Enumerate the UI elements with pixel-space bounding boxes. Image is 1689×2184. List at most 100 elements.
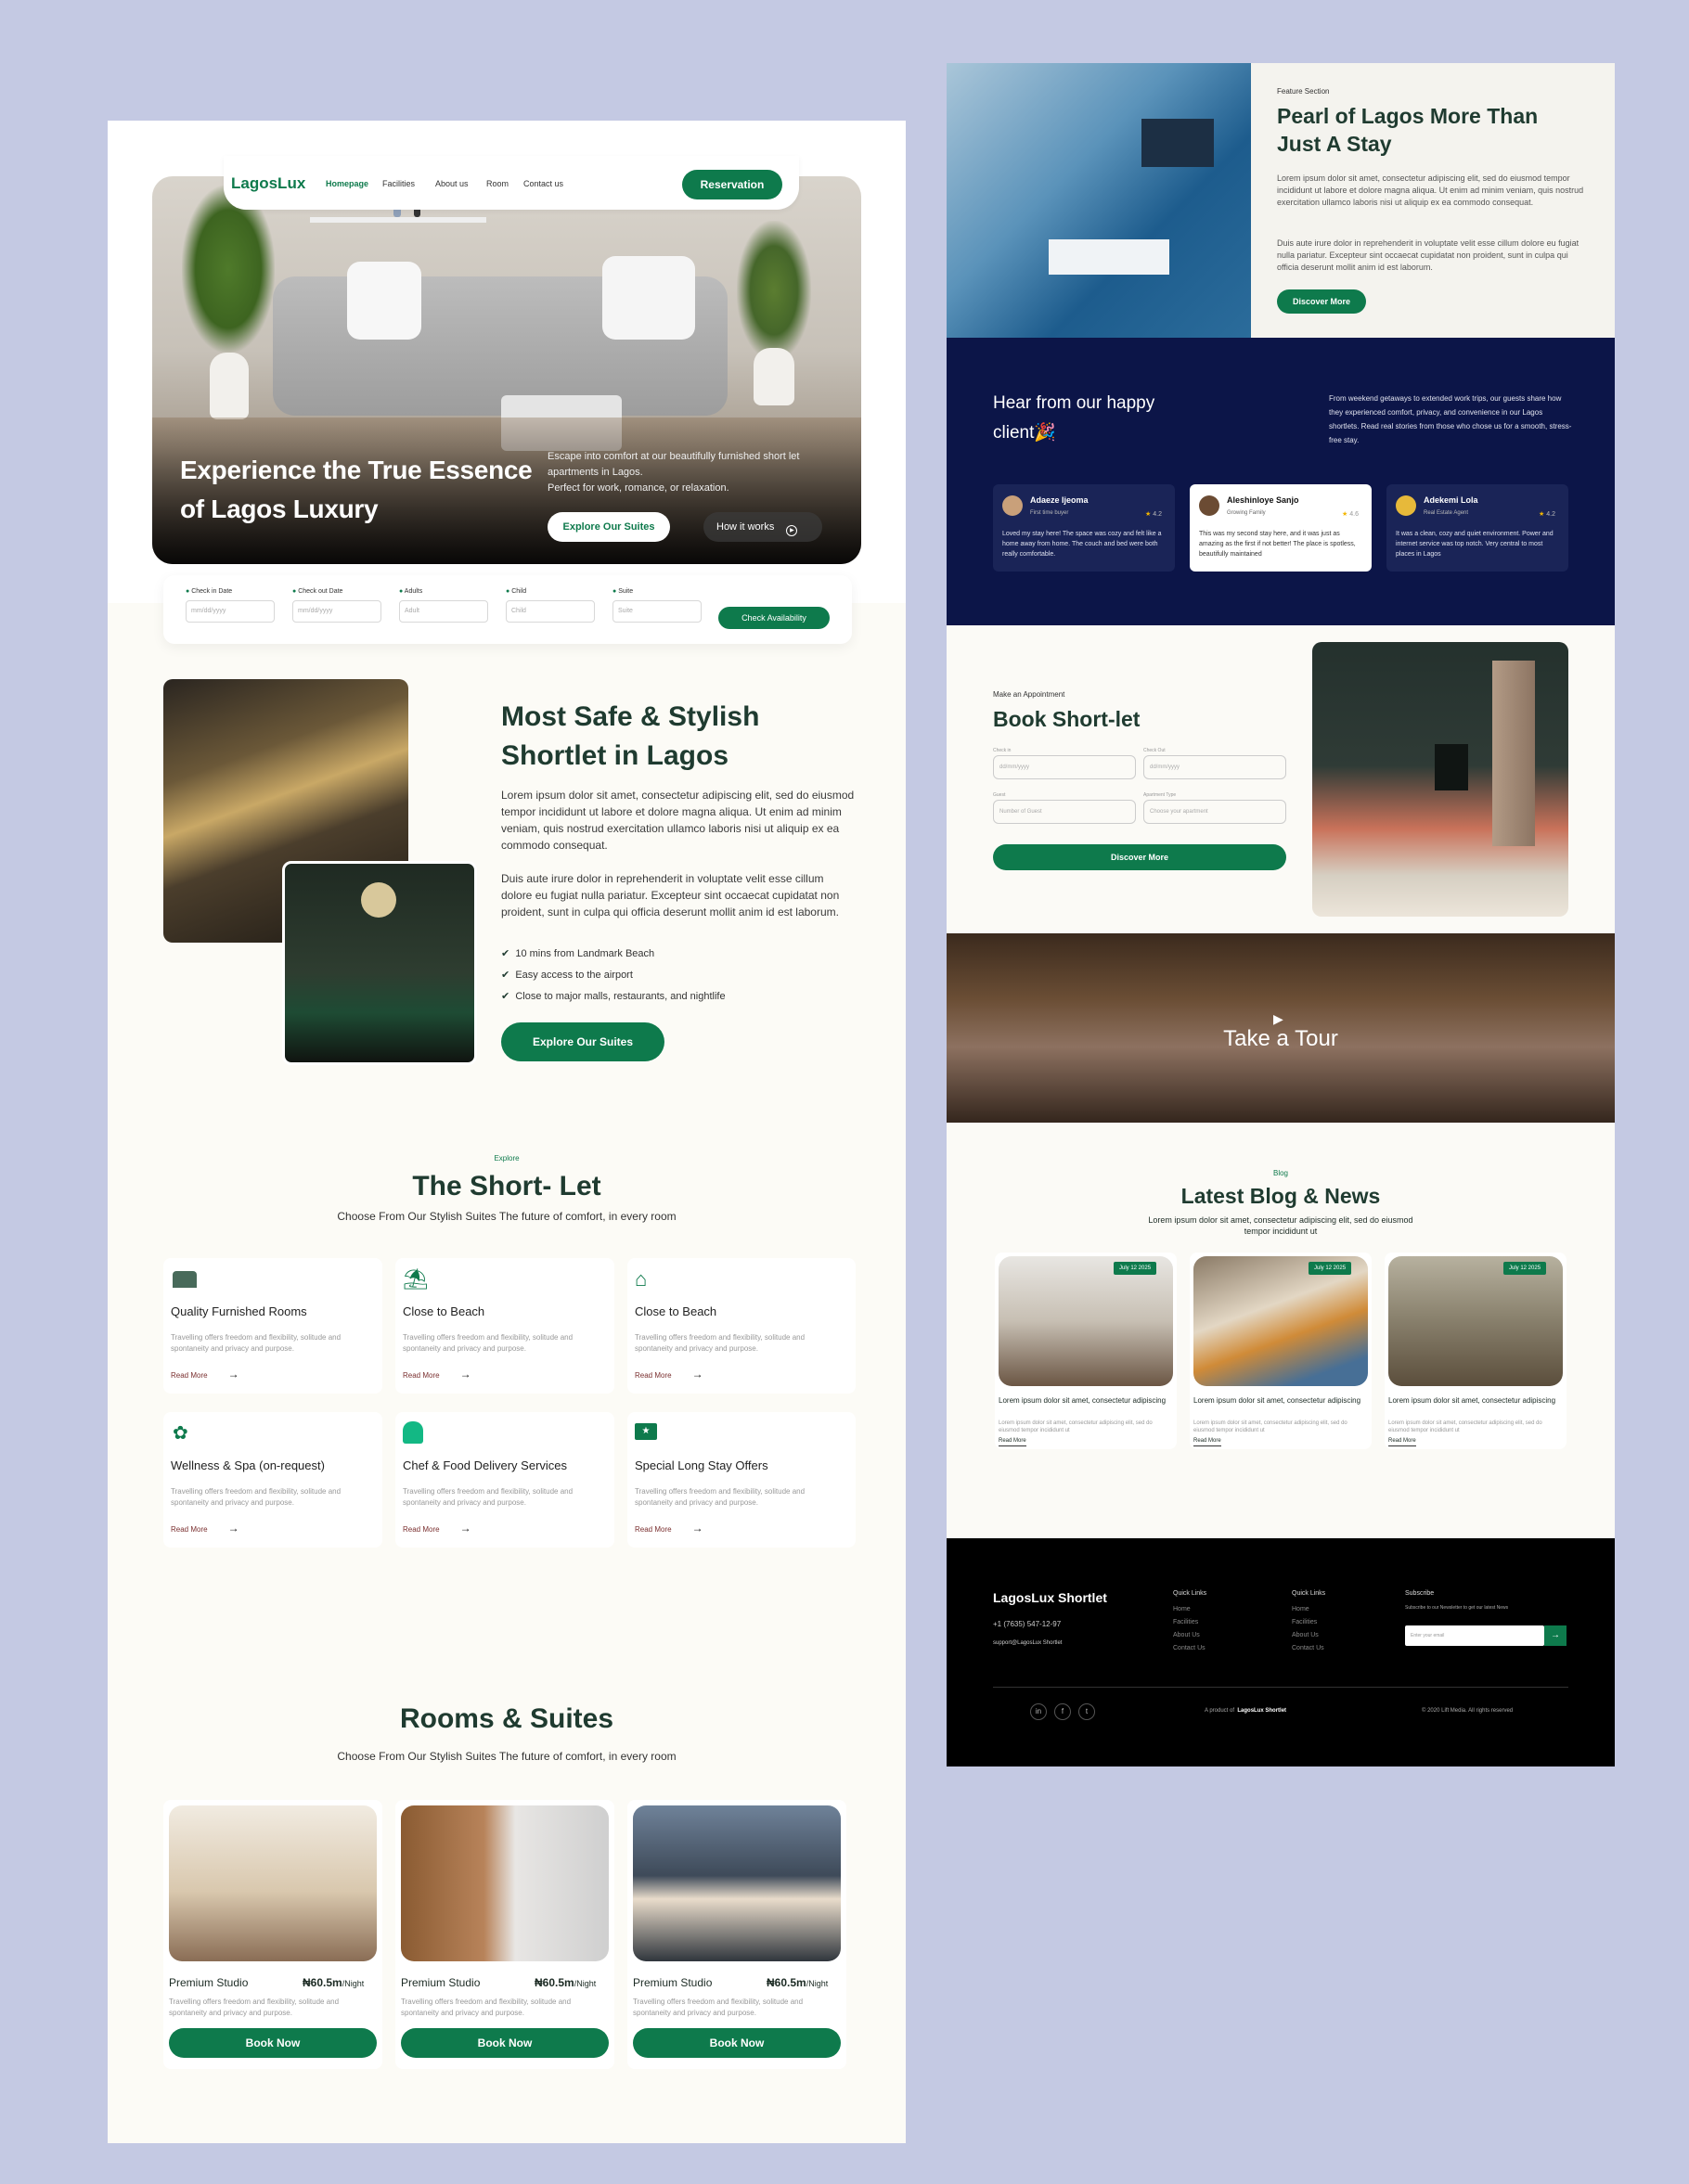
explore-suites-button-2[interactable]: Explore Our Suites xyxy=(501,1022,664,1061)
feature-card[interactable]: ✿ Wellness & Spa (on-request) Travelling… xyxy=(163,1412,382,1548)
price-value: ₦60.5m xyxy=(535,1976,574,1989)
about-image-2 xyxy=(282,861,477,1065)
check-in-field[interactable]: dd/mm/yyyy xyxy=(993,755,1136,779)
suite-input[interactable]: Suite xyxy=(612,600,702,623)
book-now-button[interactable]: Book Now xyxy=(401,2028,609,2058)
footer-link[interactable]: Home xyxy=(1173,1603,1191,1616)
bullet-text: 10 mins from Landmark Beach xyxy=(515,948,655,959)
blog-card[interactable]: July 12 2025 Lorem ipsum dolor sit amet,… xyxy=(1385,1253,1567,1449)
read-more-link[interactable]: Read More → xyxy=(635,1522,703,1535)
testimonials-title-line1: Hear from our happy xyxy=(993,393,1155,413)
feature-card[interactable]: ★ Special Long Stay Offers Travelling of… xyxy=(627,1412,856,1548)
palm-tree-icon: ⛱ xyxy=(403,1267,429,1291)
guest-field[interactable]: Number of Guest xyxy=(993,800,1136,824)
check-availability-button[interactable]: Check Availability xyxy=(718,607,830,629)
nav-homepage[interactable]: Homepage xyxy=(326,179,368,188)
testimonial-card: Aleshinloye Sanjo Growing Family ★ 4.6 T… xyxy=(1190,484,1372,572)
product-prefix: A product of xyxy=(1205,1708,1235,1714)
blog-card[interactable]: July 12 2025 Lorem ipsum dolor sit amet,… xyxy=(995,1253,1177,1449)
explore-suites-button[interactable]: Explore Our Suites xyxy=(548,512,670,542)
arrow-right-icon: → xyxy=(691,1522,703,1535)
appointment-eyebrow: Make an Appointment xyxy=(993,690,1065,699)
about-title-line2: Shortlet in Lagos xyxy=(501,740,729,771)
feature-eyebrow: Feature Section xyxy=(1277,87,1330,96)
tour-banner[interactable]: ▶ Take a Tour xyxy=(947,933,1615,1123)
discover-more-button-2[interactable]: Discover More xyxy=(993,844,1286,870)
room-image xyxy=(401,1805,609,1961)
footer-link[interactable]: Contact Us xyxy=(1292,1642,1324,1655)
reservation-button[interactable]: Reservation xyxy=(682,170,782,199)
check-out-input[interactable]: mm/dd/yyyy xyxy=(292,600,381,623)
feature-card[interactable]: ⌂ Close to Beach Travelling offers freed… xyxy=(627,1258,856,1394)
read-more-link[interactable]: Read More → xyxy=(171,1522,239,1535)
nav-contact-us[interactable]: Contact us xyxy=(523,179,563,188)
logo[interactable]: LagosLux xyxy=(231,174,305,193)
price-unit: /Night xyxy=(342,1979,365,1988)
read-more-link[interactable]: Read More → xyxy=(171,1368,239,1381)
book-now-button[interactable]: Book Now xyxy=(633,2028,841,2058)
linkedin-icon[interactable]: in xyxy=(1030,1703,1047,1720)
child-input[interactable]: Child xyxy=(506,600,595,623)
footer-link[interactable]: Home xyxy=(1292,1603,1309,1616)
footer-col1-title: Quick Links xyxy=(1173,1590,1207,1597)
play-icon[interactable]: ▶ xyxy=(1273,1011,1283,1027)
client-name: Adekemi Lola xyxy=(1424,495,1478,505)
field-child: ● Child Child xyxy=(506,588,595,623)
apartment-type-field[interactable]: Choose your apartment xyxy=(1143,800,1286,824)
facebook-icon[interactable]: f xyxy=(1054,1703,1071,1720)
price-unit: /Night xyxy=(574,1979,597,1988)
read-more-link[interactable]: Read More → xyxy=(635,1368,703,1381)
adults-input[interactable]: Adult xyxy=(399,600,488,623)
landing-page-right: Feature Section Pearl of Lagos More Than… xyxy=(947,63,1615,1766)
twitter-icon[interactable]: t xyxy=(1078,1703,1095,1720)
rating: ★ 4.2 xyxy=(1539,510,1555,518)
check-in-input[interactable]: mm/dd/yyyy xyxy=(186,600,275,623)
feature-title: Chef & Food Delivery Services xyxy=(403,1458,568,1472)
newsletter-email-input[interactable]: Enter your email xyxy=(1405,1625,1544,1646)
discover-more-button[interactable]: Discover More xyxy=(1277,289,1366,314)
footer-link[interactable]: Facilities xyxy=(1173,1616,1198,1629)
landing-page-left: Experience the True Essence of Lagos Lux… xyxy=(108,121,906,2143)
read-more-link[interactable]: Read More → xyxy=(403,1368,471,1381)
footer-link[interactable]: About Us xyxy=(1173,1629,1200,1642)
check-out-field[interactable]: dd/mm/yyyy xyxy=(1143,755,1286,779)
appointment-image xyxy=(1312,642,1568,917)
read-more-label: Read More xyxy=(171,1371,208,1380)
play-circle-icon: ▶ xyxy=(786,525,798,536)
client-name: Adaeze Ijeoma xyxy=(1030,495,1089,505)
room-desc: Travelling offers freedom and flexibilit… xyxy=(401,1998,572,2017)
price-unit: /Night xyxy=(806,1979,829,1988)
bullet-text: Close to major malls, restaurants, and n… xyxy=(515,991,726,1002)
testimonial-card: Adaeze Ijeoma First time buyer ★ 4.2 Lov… xyxy=(993,484,1175,572)
hero-title-line1: Experience the True Essence xyxy=(180,456,533,484)
read-more-link[interactable]: Read More xyxy=(1193,1438,1221,1446)
blog-title: Latest Blog & News xyxy=(1180,1184,1381,1208)
client-name: Aleshinloye Sanjo xyxy=(1227,495,1299,505)
feature-card[interactable]: Quality Furnished Rooms Travelling offer… xyxy=(163,1258,382,1394)
nav-facilities[interactable]: Facilities xyxy=(382,179,415,188)
blog-card[interactable]: July 12 2025 Lorem ipsum dolor sit amet,… xyxy=(1190,1253,1372,1449)
read-more-link[interactable]: Read More xyxy=(999,1438,1026,1446)
feature-image xyxy=(947,63,1251,338)
read-more-link[interactable]: Read More xyxy=(1388,1438,1416,1446)
product-name: LagosLux Shortlet xyxy=(1237,1708,1287,1714)
testimonial-card: Adekemi Lola Real Estate Agent ★ 4.2 It … xyxy=(1386,484,1568,572)
field-check-out: ● Check out Date mm/dd/yyyy xyxy=(292,588,381,623)
location-pin-icon: ● xyxy=(399,588,404,595)
feature-card[interactable]: Chef & Food Delivery Services Travelling… xyxy=(395,1412,614,1548)
nav-room[interactable]: Room xyxy=(486,179,509,188)
feature-card[interactable]: ⛱ Close to Beach Travelling offers freed… xyxy=(395,1258,614,1394)
footer-link[interactable]: Contact Us xyxy=(1173,1642,1206,1655)
nav-about-us[interactable]: About us xyxy=(435,179,469,188)
location-pin-icon: ● xyxy=(292,588,297,595)
date-badge: July 12 2025 xyxy=(1309,1262,1352,1275)
how-it-works-button[interactable]: How it works ▶ xyxy=(703,512,822,542)
read-more-link[interactable]: Read More → xyxy=(403,1522,471,1535)
footer-link[interactable]: Facilities xyxy=(1292,1616,1317,1629)
client-role: Real Estate Agent xyxy=(1424,510,1469,516)
date-badge: July 12 2025 xyxy=(1503,1262,1547,1275)
subscribe-button[interactable]: → xyxy=(1544,1625,1567,1646)
book-now-button[interactable]: Book Now xyxy=(169,2028,377,2058)
footer-link[interactable]: About Us xyxy=(1292,1629,1319,1642)
curtain xyxy=(1492,661,1535,846)
